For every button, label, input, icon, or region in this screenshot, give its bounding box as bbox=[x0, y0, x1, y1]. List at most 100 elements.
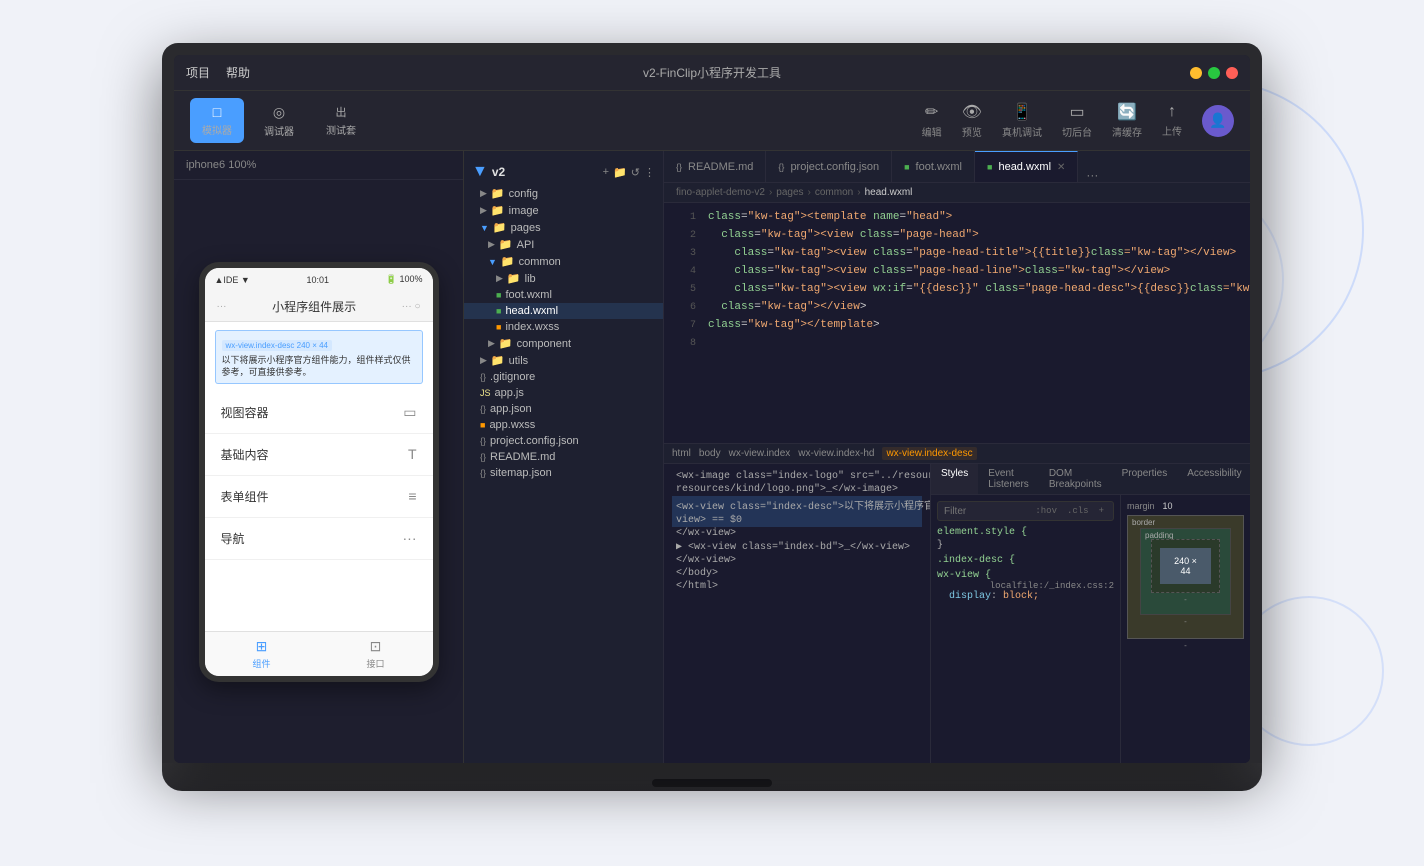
refresh-icon[interactable]: ↺ bbox=[631, 166, 640, 179]
file-tree-item-label: lib bbox=[525, 273, 536, 285]
devtools-breadcrumb-item[interactable]: html bbox=[672, 448, 691, 459]
file-tree-item[interactable]: {} app.json bbox=[464, 401, 663, 417]
file-tree-item[interactable]: {} README.md bbox=[464, 449, 663, 465]
filter-add-btn[interactable]: + bbox=[1096, 505, 1107, 517]
app-window: 项目 帮助 v2-FinClip小程序开发工具 □ bbox=[174, 55, 1250, 763]
upload-action[interactable]: ↑ 上传 bbox=[1162, 103, 1182, 138]
tab-more-button[interactable]: ··· bbox=[1078, 168, 1106, 182]
box-model-border: padding 240 × 44 - bbox=[1140, 528, 1231, 615]
html-tree-line: resources/kind/logo.png">_</wx-image> bbox=[672, 483, 922, 496]
file-tree-item[interactable]: ▶ 📁 image bbox=[464, 202, 663, 219]
code-text: class="kw-tag"><view class="page-head"> bbox=[708, 229, 979, 241]
file-tree-item-label: API bbox=[517, 239, 535, 251]
collapse-icon[interactable]: ⋮ bbox=[644, 166, 655, 179]
laptop-shell: 项目 帮助 v2-FinClip小程序开发工具 □ bbox=[162, 43, 1262, 823]
device-debug-action[interactable]: 📱 真机调试 bbox=[1002, 102, 1042, 139]
minimize-button[interactable] bbox=[1190, 67, 1202, 79]
folder-closed-icon: ▶ bbox=[480, 205, 487, 216]
styles-tab[interactable]: Properties bbox=[1112, 464, 1178, 494]
file-tree-item[interactable]: {} sitemap.json bbox=[464, 465, 663, 481]
devtools-panel: html body wx-view.index wx-view.index-hd… bbox=[664, 443, 1250, 763]
debugger-icon: ◎ bbox=[273, 104, 285, 121]
file-tree-item-label: project.config.json bbox=[490, 435, 579, 447]
file-tree-item[interactable]: ▶ 📁 config bbox=[464, 185, 663, 202]
new-file-icon[interactable]: + bbox=[603, 166, 609, 179]
file-tree-item-label: head.wxml bbox=[505, 305, 558, 317]
laptop-notch bbox=[652, 779, 772, 787]
line-number: 4 bbox=[672, 265, 696, 277]
file-tree-item[interactable]: JS app.js bbox=[464, 385, 663, 401]
tab-label: head.wxml bbox=[998, 161, 1051, 173]
phone-highlight-text: 以下将展示小程序官方组件能力，组件样式仅供参考，可直接供参考。 bbox=[222, 354, 416, 379]
file-tree-item[interactable]: ▶ 📁 lib bbox=[464, 270, 663, 287]
edit-action[interactable]: ✏ 编辑 bbox=[922, 102, 942, 139]
filter-cls-btn[interactable]: .cls bbox=[1064, 505, 1092, 517]
title-bar: 项目 帮助 v2-FinClip小程序开发工具 bbox=[174, 55, 1250, 91]
css-rule: wx-view { localfile:/_index.css:2 displa… bbox=[937, 570, 1114, 602]
testkit-button[interactable]: 出 测试套 bbox=[314, 98, 368, 143]
file-tree-item[interactable]: ▼ 📁 pages bbox=[464, 219, 663, 236]
file-tree-item[interactable]: ▶ 📁 API bbox=[464, 236, 663, 253]
code-editor[interactable]: 1class="kw-tag"><template name="head">2 … bbox=[664, 203, 1250, 443]
menu-item-project[interactable]: 项目 bbox=[186, 64, 210, 81]
file-tree-item[interactable]: {} .gitignore bbox=[464, 369, 663, 385]
folder-icon: 📁 bbox=[491, 187, 505, 200]
user-avatar[interactable]: 👤 bbox=[1202, 105, 1234, 137]
phone-menu-item[interactable]: 视图容器▭ bbox=[205, 392, 433, 434]
clear-cache-action[interactable]: 🔄 清缓存 bbox=[1112, 102, 1142, 139]
phone-nav-item[interactable]: ⊡接口 bbox=[319, 632, 433, 676]
folder-open-icon: ▼ bbox=[480, 223, 489, 233]
styles-filter-input[interactable] bbox=[944, 506, 1024, 517]
devtools-breadcrumb-item[interactable]: wx-view.index bbox=[729, 448, 791, 459]
simulator-label: 模拟器 bbox=[202, 122, 232, 137]
devtools-breadcrumb-item[interactable]: wx-view.index-hd bbox=[798, 448, 874, 459]
file-tree-item[interactable]: ▶ 📁 component bbox=[464, 335, 663, 352]
styles-tab[interactable]: Event Listeners bbox=[978, 464, 1039, 494]
css-rule: element.style {} bbox=[937, 527, 1114, 551]
device-debug-icon: 📱 bbox=[1012, 102, 1032, 122]
file-green-icon: ■ bbox=[496, 290, 501, 300]
close-button[interactable] bbox=[1226, 67, 1238, 79]
debugger-button[interactable]: ◎ 调试器 bbox=[252, 98, 306, 144]
tab-close-button[interactable]: ✕ bbox=[1057, 162, 1065, 173]
code-line: 5 class="kw-tag"><view wx:if="{{desc}}" … bbox=[664, 283, 1250, 301]
editor-tab[interactable]: ■foot.wxml bbox=[892, 151, 975, 182]
file-tree-item[interactable]: ▼ 📁 common bbox=[464, 253, 663, 270]
simulator-button[interactable]: □ 模拟器 bbox=[190, 98, 244, 143]
file-tree-item-label: app.js bbox=[495, 387, 524, 399]
file-tree-item[interactable]: ■ head.wxml bbox=[464, 303, 663, 319]
file-tree-item-label: image bbox=[509, 205, 539, 217]
maximize-button[interactable] bbox=[1208, 67, 1220, 79]
devtools-breadcrumb-item[interactable]: wx-view.index-desc bbox=[882, 447, 976, 460]
preview-action[interactable]: 👁 预览 bbox=[962, 102, 982, 139]
css-closing: } bbox=[937, 540, 1114, 551]
file-tree-item[interactable]: ▶ 📁 utils bbox=[464, 352, 663, 369]
phone-nav-item[interactable]: ⊞组件 bbox=[205, 632, 319, 676]
styles-tab[interactable]: Accessibility bbox=[1177, 464, 1250, 494]
background-action[interactable]: ▭ 切后台 bbox=[1062, 102, 1092, 139]
phone-menu-item[interactable]: 基础内容T bbox=[205, 434, 433, 476]
folder-icon: 📁 bbox=[507, 272, 521, 285]
new-folder-icon[interactable]: 📁 bbox=[613, 166, 627, 179]
devtools-breadcrumb-item[interactable]: body bbox=[699, 448, 721, 459]
editor-tab[interactable]: {}README.md bbox=[664, 151, 766, 182]
phone-menu-item[interactable]: 导航··· bbox=[205, 518, 433, 560]
phone-frame: ▲IDE ▼ 10:01 🔋 100% ··· 小程序组件展示 ··· ○ bbox=[174, 180, 463, 763]
styles-filter-buttons: :hov .cls + bbox=[1032, 505, 1107, 517]
filter-hov-btn[interactable]: :hov bbox=[1032, 505, 1060, 517]
title-bar-left: 项目 帮助 bbox=[186, 64, 250, 81]
folder-closed-icon: ▶ bbox=[480, 188, 487, 199]
file-tree-item[interactable]: ■ foot.wxml bbox=[464, 287, 663, 303]
file-tree-item[interactable]: ■ index.wxss bbox=[464, 319, 663, 335]
phone-nav-icon: ⊡ bbox=[370, 638, 382, 655]
editor-tab[interactable]: {}project.config.json bbox=[766, 151, 892, 182]
styles-tab[interactable]: Styles bbox=[931, 464, 978, 494]
editor-tab[interactable]: ■head.wxml✕ bbox=[975, 151, 1078, 182]
breadcrumb: fino-applet-demo-v2›pages›common›head.wx… bbox=[664, 183, 1250, 203]
phone-menu-item[interactable]: 表单组件≡ bbox=[205, 476, 433, 518]
styles-tab[interactable]: DOM Breakpoints bbox=[1039, 464, 1112, 494]
file-tree-item[interactable]: {} project.config.json bbox=[464, 433, 663, 449]
file-tree-item[interactable]: ■ app.wxss bbox=[464, 417, 663, 433]
html-tree-line: <wx-image class="index-logo" src="../res… bbox=[672, 470, 922, 483]
menu-item-help[interactable]: 帮助 bbox=[226, 64, 250, 81]
